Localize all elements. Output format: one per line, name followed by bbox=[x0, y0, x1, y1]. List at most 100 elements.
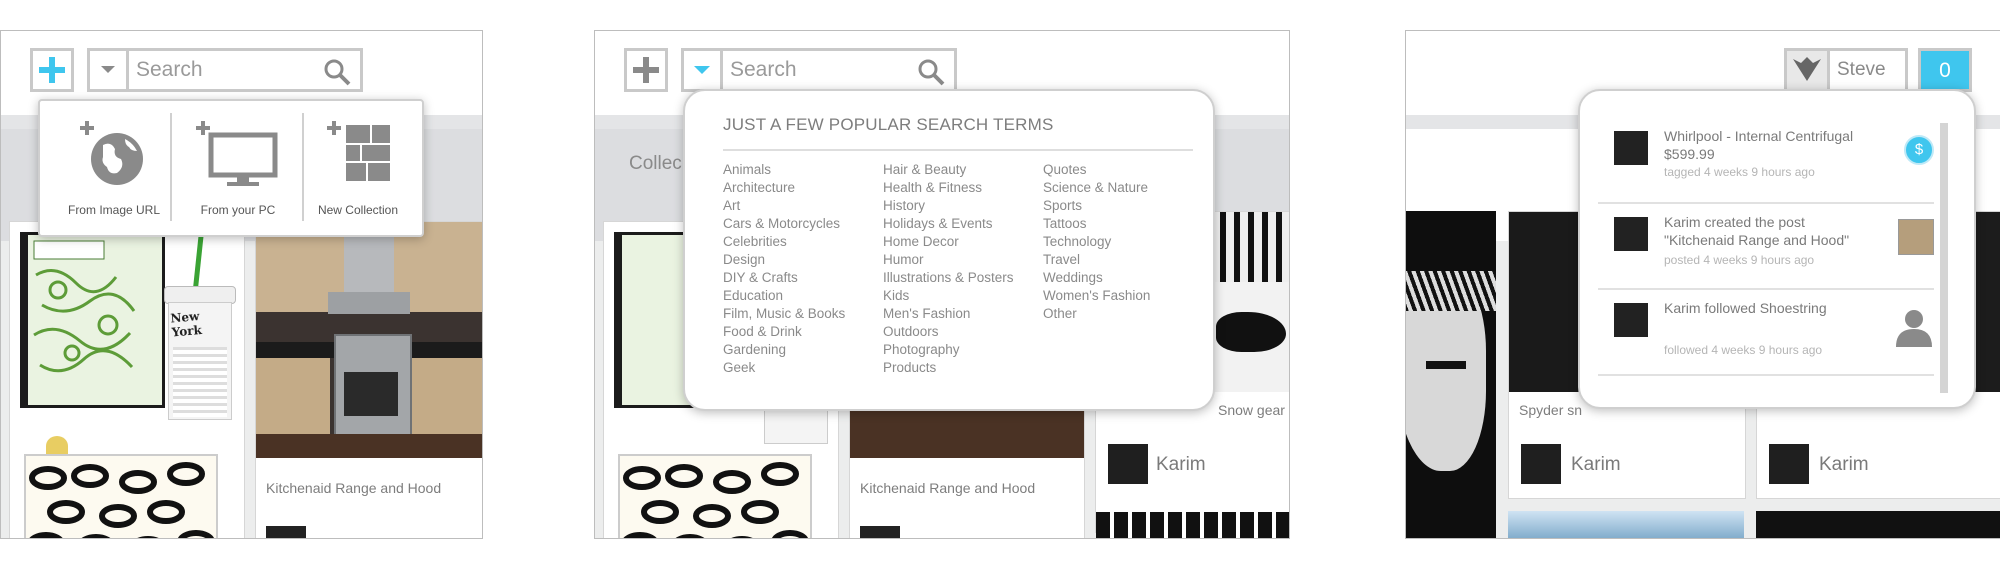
user-name: Steve bbox=[1837, 59, 1886, 80]
term-link[interactable]: Illustrations & Posters bbox=[883, 269, 1014, 287]
notification-time: tagged 4 weeks 9 hours ago bbox=[1664, 165, 1815, 179]
wallet-image bbox=[618, 454, 812, 538]
term-link[interactable]: Kids bbox=[883, 287, 1014, 305]
search-box[interactable]: Search bbox=[681, 48, 957, 92]
avatar bbox=[1769, 444, 1809, 484]
notification-count-button[interactable]: 0 bbox=[1918, 48, 1972, 92]
term-link[interactable]: Quotes bbox=[1043, 161, 1150, 179]
chevron-down-icon bbox=[694, 66, 710, 74]
post-card-stationery[interactable]: New York bbox=[9, 221, 245, 538]
collections-label[interactable]: Collec bbox=[629, 153, 682, 175]
user-name[interactable]: Karim bbox=[1156, 454, 1206, 476]
term-link[interactable]: Home Decor bbox=[883, 233, 1014, 251]
term-link[interactable]: Weddings bbox=[1043, 269, 1150, 287]
scrollbar[interactable] bbox=[1940, 123, 1948, 393]
screen-panel-upload: New York Kitchenaid Range and Hood Searc… bbox=[0, 30, 483, 539]
term-link[interactable]: Art bbox=[723, 197, 845, 215]
term-link[interactable]: Geek bbox=[723, 359, 845, 377]
user-name[interactable]: Karim bbox=[1571, 454, 1621, 476]
search-input[interactable]: Search bbox=[136, 58, 203, 82]
card-title: Kitchenaid Range and Hood bbox=[266, 480, 442, 496]
upload-option-label: New Collection bbox=[317, 203, 399, 217]
upload-from-url[interactable]: From Image URL bbox=[50, 115, 178, 217]
search-box[interactable]: Search bbox=[87, 48, 363, 92]
notification-line2: "Kitchenaid Range and Hood" bbox=[1664, 232, 1850, 248]
term-link[interactable]: Celebrities bbox=[723, 233, 845, 251]
avatar bbox=[1787, 51, 1830, 89]
cup-image: New York bbox=[162, 231, 236, 432]
term-link[interactable]: Travel bbox=[1043, 251, 1150, 269]
term-link[interactable]: Technology bbox=[1043, 233, 1150, 251]
search-dropdown-button[interactable] bbox=[684, 51, 723, 89]
terms-title: JUST A FEW POPULAR SEARCH TERMS bbox=[723, 115, 1054, 134]
term-link[interactable]: Food & Drink bbox=[723, 323, 845, 341]
term-link[interactable]: Hair & Beauty bbox=[883, 161, 1014, 179]
term-link[interactable]: Humor bbox=[883, 251, 1014, 269]
divider bbox=[723, 149, 1193, 151]
avatar bbox=[1108, 444, 1148, 484]
avatar bbox=[860, 526, 900, 538]
notification-time: followed 4 weeks 9 hours ago bbox=[1664, 343, 1823, 357]
post-card-kitchen[interactable]: Kitchenaid Range and Hood bbox=[255, 221, 482, 538]
term-link[interactable]: Women's Fashion bbox=[1043, 287, 1150, 305]
screen-panel-search: Collec Kitchenaid Range and Hood Snow ge… bbox=[594, 30, 1290, 539]
terms-column-3: Quotes Science & Nature Sports Tattoos T… bbox=[1043, 161, 1150, 323]
term-link[interactable]: Film, Music & Books bbox=[723, 305, 845, 323]
notebook-image bbox=[20, 232, 165, 408]
term-link[interactable]: Science & Nature bbox=[1043, 179, 1150, 197]
notification-item[interactable]: Karim followed Shoestring followed 4 wee… bbox=[1598, 289, 1934, 376]
dark-image bbox=[1756, 511, 2000, 538]
new-collection[interactable]: New Collection bbox=[294, 115, 422, 217]
term-link[interactable]: Other bbox=[1043, 305, 1150, 323]
add-button[interactable] bbox=[30, 48, 74, 92]
notifications-dropdown: Whirlpool - Internal Centrifugal $599.99… bbox=[1578, 89, 1976, 409]
avatar bbox=[1521, 444, 1561, 484]
term-link[interactable]: Gardening bbox=[723, 341, 845, 359]
user-silhouette-icon bbox=[1896, 310, 1932, 347]
term-link[interactable]: Sports bbox=[1043, 197, 1150, 215]
term-link[interactable]: Men's Fashion bbox=[883, 305, 1014, 323]
search-icon[interactable] bbox=[916, 57, 946, 87]
term-link[interactable]: Education bbox=[723, 287, 845, 305]
term-link[interactable]: Holidays & Events bbox=[883, 215, 1014, 233]
term-link[interactable]: Photography bbox=[883, 341, 1014, 359]
logo-icon bbox=[1793, 57, 1821, 81]
notification-item[interactable]: Whirlpool - Internal Centrifugal $599.99… bbox=[1598, 117, 1934, 204]
term-link[interactable]: Products bbox=[883, 359, 1014, 377]
notification-line1: Whirlpool - Internal Centrifugal bbox=[1664, 128, 1854, 144]
term-link[interactable]: DIY & Crafts bbox=[723, 269, 845, 287]
globe-icon bbox=[80, 121, 143, 185]
plus-icon bbox=[39, 57, 65, 83]
popular-terms-dropdown: JUST A FEW POPULAR SEARCH TERMS Animals … bbox=[683, 89, 1215, 411]
wallet-image bbox=[24, 436, 218, 538]
term-link[interactable]: Outdoors bbox=[883, 323, 1014, 341]
term-link[interactable]: Animals bbox=[723, 161, 845, 179]
monitor-icon bbox=[196, 121, 278, 186]
card-title: Spyder sn bbox=[1519, 402, 1583, 418]
term-link[interactable]: Health & Fitness bbox=[883, 179, 1014, 197]
upload-menu: From Image URL From your PC New Collecti… bbox=[38, 99, 424, 237]
search-dropdown-button[interactable] bbox=[90, 51, 129, 89]
user-name[interactable]: Karim bbox=[1819, 454, 1869, 476]
kitchen-image bbox=[256, 222, 482, 458]
upload-option-label: From Image URL bbox=[67, 203, 161, 217]
upload-from-pc[interactable]: From your PC bbox=[174, 115, 302, 217]
notification-text: Karim followed Shoestring bbox=[1664, 299, 1854, 317]
film-strip-image bbox=[1096, 512, 1289, 538]
upload-option-label: From your PC bbox=[200, 203, 276, 217]
search-input[interactable]: Search bbox=[730, 58, 797, 82]
term-link[interactable]: Design bbox=[723, 251, 845, 269]
card-title: Kitchenaid Range and Hood bbox=[860, 480, 1036, 496]
notification-item[interactable]: Karim created the post "Kitchenaid Range… bbox=[1598, 203, 1934, 290]
price-tag-badge: $ bbox=[1904, 135, 1934, 165]
term-link[interactable]: Architecture bbox=[723, 179, 845, 197]
avatar bbox=[1614, 131, 1648, 165]
user-menu[interactable]: Steve bbox=[1784, 48, 1908, 92]
term-link[interactable]: Cars & Motorcycles bbox=[723, 215, 845, 233]
avatar bbox=[1614, 217, 1648, 251]
term-link[interactable]: Tattoos bbox=[1043, 215, 1150, 233]
notification-text: Whirlpool - Internal Centrifugal $599.99 bbox=[1664, 127, 1854, 163]
term-link[interactable]: History bbox=[883, 197, 1014, 215]
add-button[interactable] bbox=[624, 48, 668, 92]
search-icon[interactable] bbox=[322, 57, 352, 87]
